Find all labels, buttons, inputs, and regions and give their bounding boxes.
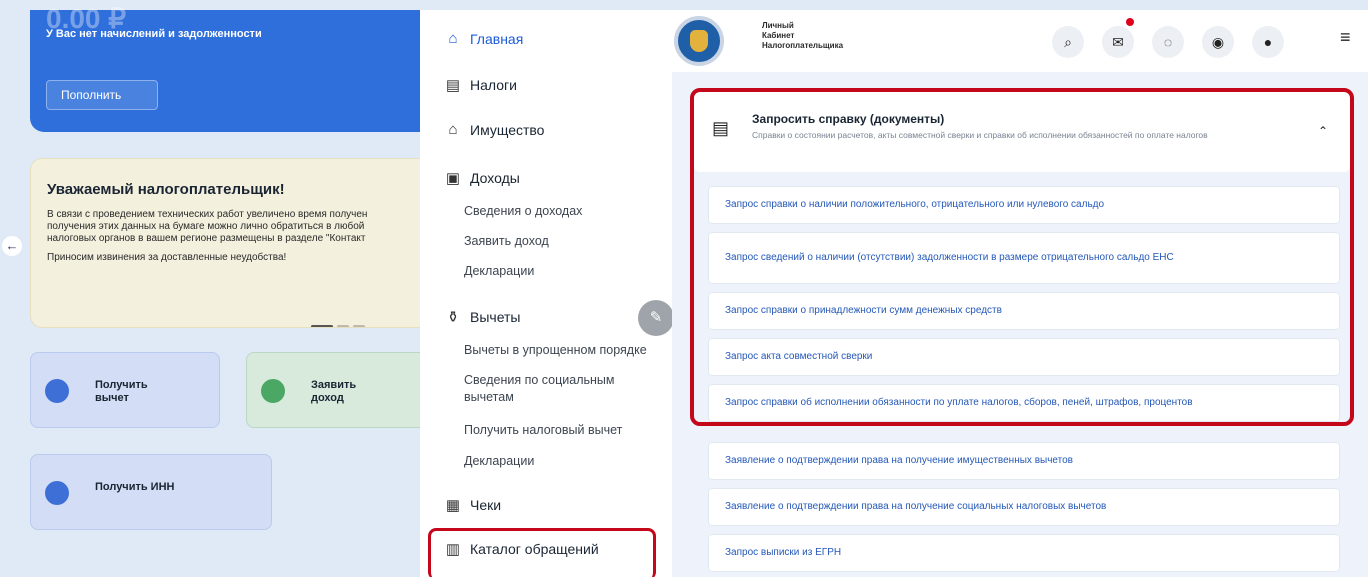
brand-title: Личный Кабинет Налогоплательщика (762, 21, 844, 50)
receipt-icon: ▦ (445, 497, 461, 514)
notice-body: В связи с проведением технических работ … (47, 209, 368, 244)
tile-label: Заявить доход (311, 379, 357, 404)
menu-icon[interactable]: ≡ (1340, 27, 1351, 48)
menu-item-taxes[interactable]: ▤ Налоги (442, 76, 517, 94)
menu-item-property[interactable]: ⌂ Имущество (442, 121, 544, 138)
dashboard: 0.00 ₽ У Вас нет начислений и задолженно… (2, 3, 450, 577)
search-icon[interactable]: ⌕ (1052, 26, 1084, 58)
get-inn-tile[interactable]: Получить ИНН (30, 454, 272, 530)
profile-icon[interactable]: ● (1252, 26, 1284, 58)
declare-income-tile[interactable]: Заявить доход (246, 352, 446, 428)
cabinet-panel: Личный Кабинет Налогоплательщика ⌕ ✉ ◌ ◉… (672, 10, 1368, 577)
hide-icon[interactable]: ◌ (1152, 26, 1184, 58)
notice-apology: Приносим извинения за доставленные неудо… (47, 252, 287, 263)
request-item[interactable]: Запрос выписки из ЕГРН (708, 534, 1340, 572)
menu-item-label: Каталог обращений (470, 541, 599, 557)
income-icon (261, 379, 285, 403)
submenu-income-info[interactable]: Сведения о доходах (464, 203, 582, 220)
arrow-left-icon[interactable]: ← (2, 236, 22, 256)
menu-item-label: Чеки (470, 497, 502, 513)
income-icon: ▣ (445, 170, 461, 187)
menu-item-label: Имущество (470, 121, 545, 138)
catalog-icon: ▥ (445, 541, 461, 558)
menu-item-label: Вычеты (470, 309, 521, 325)
carousel-dots[interactable] (311, 315, 371, 327)
menu-item-label: Доходы (470, 170, 520, 186)
side-menu: ⌂ Главная ▤ Налоги ⌂ Имущество ▣ Доходы … (420, 10, 674, 577)
menu-item-receipts[interactable]: ▦ Чеки (442, 496, 501, 514)
deductions-icon: ⚱ (446, 309, 460, 326)
submenu-declare-income[interactable]: Заявить доход (464, 233, 549, 250)
balance-note: У Вас нет начислений и задолженности (46, 28, 262, 40)
request-item[interactable]: Заявление о подтверждении права на получ… (708, 488, 1340, 526)
menu-item-income[interactable]: ▣ Доходы (442, 169, 520, 187)
fns-emblem-icon[interactable] (674, 16, 724, 66)
request-item[interactable]: Заявление о подтверждении права на получ… (708, 442, 1340, 480)
balance-card: 0.00 ₽ У Вас нет начислений и задолженно… (30, 3, 450, 132)
deduction-icon (45, 379, 69, 403)
notification-dot (1126, 18, 1134, 26)
submenu-declarations[interactable]: Декларации (464, 263, 534, 280)
menu-item-deductions[interactable]: ⚱ Вычеты (442, 308, 521, 326)
get-deduction-tile[interactable]: Получить вычет (30, 352, 220, 428)
computer-icon (45, 481, 69, 505)
notice-banner: Уважаемый налогоплательщик! В связи с пр… (30, 158, 450, 328)
tile-label: Получить ИНН (95, 481, 175, 493)
menu-item-home[interactable]: ⌂ Главная (442, 30, 523, 47)
idea-icon[interactable]: ◉ (1202, 26, 1234, 58)
edit-icon[interactable]: ✎ (638, 300, 674, 336)
submenu-simplified-deductions[interactable]: Вычеты в упрощенном порядке (464, 342, 647, 359)
menu-item-label: Налоги (470, 77, 517, 93)
submenu-get-deduction[interactable]: Получить налоговый вычет (464, 422, 622, 439)
topup-button[interactable]: Пополнить (46, 80, 158, 110)
submenu-declarations[interactable]: Декларации (464, 453, 534, 470)
home-icon: ⌂ (448, 30, 458, 47)
header: Личный Кабинет Налогоплательщика ⌕ ✉ ◌ ◉… (672, 10, 1368, 72)
tile-label: Получить вычет (95, 379, 148, 404)
notice-title: Уважаемый налогоплательщик! (47, 181, 285, 198)
taxes-icon: ▤ (445, 77, 461, 94)
mail-icon[interactable]: ✉ (1102, 26, 1134, 58)
submenu-social-deductions[interactable]: Сведения по социальным вычетам (464, 372, 615, 406)
requests-highlight (690, 88, 1354, 426)
menu-item-label: Главная (470, 30, 524, 47)
property-icon: ⌂ (448, 121, 458, 138)
menu-item-catalog[interactable]: ▥ Каталог обращений (442, 540, 599, 558)
